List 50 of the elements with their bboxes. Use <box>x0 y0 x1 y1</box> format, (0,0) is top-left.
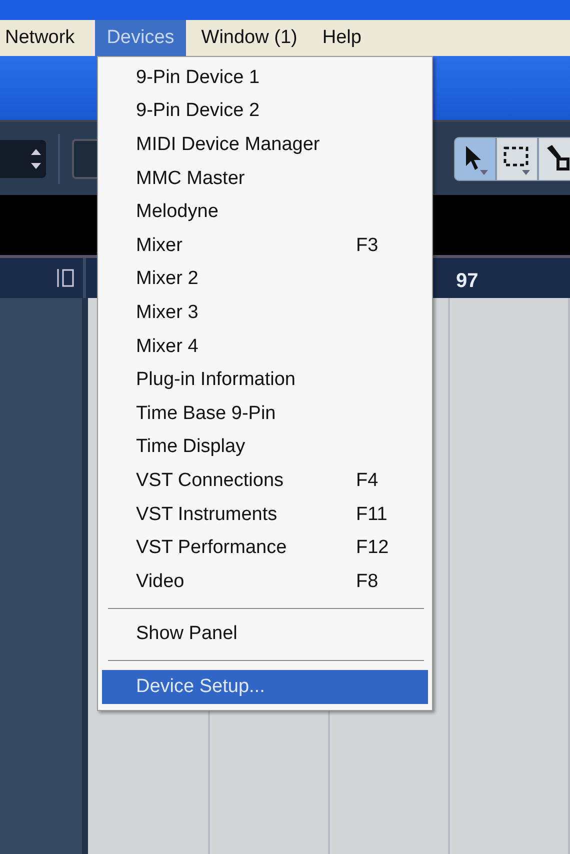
menu-item-label: Plug-in Information <box>136 369 296 392</box>
range-tool[interactable] <box>496 136 538 180</box>
menu-item-label: VST Instruments <box>136 504 278 526</box>
menu-item-label: Mixer <box>136 234 184 257</box>
shortcut-key: F11 <box>356 504 388 526</box>
menu-item[interactable]: Device Setup... <box>102 670 428 704</box>
menu-item-label: Show Panel <box>136 623 238 646</box>
menu-item-label: 9-Pin Device 2 <box>136 100 261 122</box>
pointer-tool[interactable] <box>454 136 496 180</box>
menu-item-label: Mixer 2 <box>136 268 200 290</box>
menu-item-label: Melodyne <box>136 201 220 224</box>
menu-item[interactable]: Mixer 2 <box>102 262 428 296</box>
menu-item[interactable]: VST Connections F4 <box>102 464 428 498</box>
menu-item-label: Device Setup... <box>136 676 266 698</box>
menu-item[interactable]: Show Panel <box>102 618 428 652</box>
menu-item-label: Mixer 3 <box>136 302 200 324</box>
menu-item-label: MIDI Device Manager <box>136 134 321 156</box>
menu-item[interactable]: Mixer 3 <box>102 296 428 330</box>
shortcut-key: F4 <box>356 470 378 492</box>
menu-item-label: MMC Master <box>136 168 246 190</box>
shortcut-key: F12 <box>356 537 389 560</box>
menu-item-label: Time Display <box>136 436 246 458</box>
menu-item-label: Time Base 9-Pin <box>136 402 277 425</box>
shortcut-key: F3 <box>356 234 378 257</box>
menu-item[interactable]: VST Instruments F11 <box>102 498 428 532</box>
menu-item-label: VST Performance <box>136 537 288 560</box>
menu-item-label: VST Connections <box>136 470 285 492</box>
menu-item[interactable]: Time Base 9-Pin <box>102 396 428 431</box>
menu-item[interactable]: Plug-in Information <box>102 363 428 397</box>
menu-item[interactable]: 9-Pin Device 2 <box>102 94 428 128</box>
menu-item[interactable]: 9-Pin Device 1 <box>102 61 428 95</box>
menu-item[interactable]: Mixer 4 <box>102 330 428 364</box>
menu-item[interactable]: MMC Master <box>102 162 428 196</box>
ruler-toggle-icon <box>55 266 77 290</box>
menu-item[interactable]: VST Performance F12 <box>102 531 428 565</box>
menu-item-label: Mixer 4 <box>136 336 200 358</box>
shortcut-key: F8 <box>356 570 378 593</box>
menu-item[interactable]: Time Display <box>102 430 428 464</box>
menu-item-label: 9-Pin Device 1 <box>136 66 261 89</box>
menu-item[interactable]: MIDI Device Manager <box>102 128 428 162</box>
spinner-field[interactable] <box>0 140 46 178</box>
menu-title[interactable]: Network <box>0 20 81 56</box>
menu-title[interactable]: Help <box>317 20 368 56</box>
menu-item[interactable]: Melodyne <box>102 195 428 229</box>
menu-item[interactable]: Video F8 <box>102 564 428 598</box>
menu-title[interactable]: Window (1) <box>196 20 304 56</box>
bar-number: 97 <box>456 270 478 293</box>
glue-tool[interactable] <box>538 136 570 180</box>
menu-item-label: Video <box>136 570 186 593</box>
menu-item[interactable]: Mixer F3 <box>102 228 428 263</box>
